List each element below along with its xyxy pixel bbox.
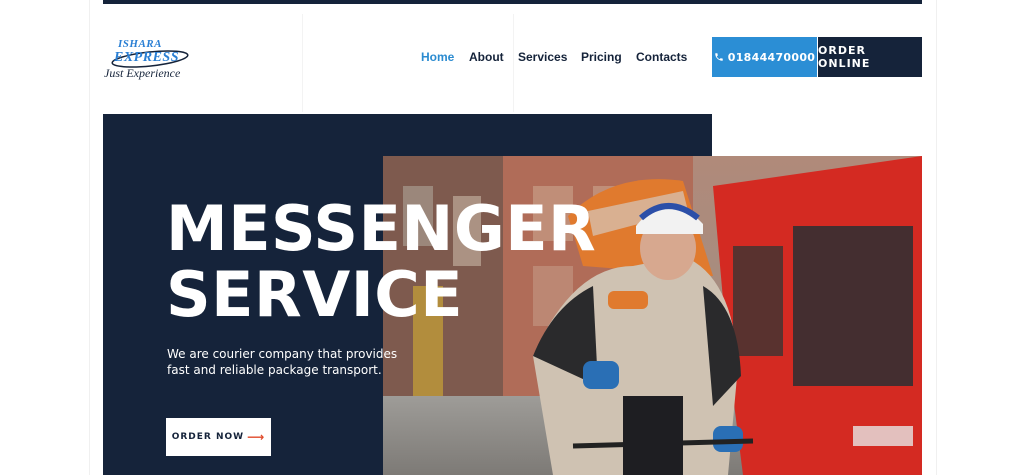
hero-title: MESSENGER SERVICE [166, 196, 596, 328]
arrow-right-icon: ⟶ [247, 430, 266, 444]
nav-item-home[interactable]: Home [421, 50, 454, 64]
guide-line [302, 14, 303, 112]
logo-tagline: Just Experience [104, 66, 181, 80]
hero-title-line1: MESSENGER [166, 192, 597, 265]
nav-item-services[interactable]: Services [518, 50, 567, 64]
phone-button[interactable]: 01844470000 [712, 37, 817, 77]
guide-line [513, 14, 514, 112]
site-logo[interactable]: ISHARA EXPRESS Just Experience [104, 36, 194, 88]
order-online-button[interactable]: ORDER ONLINE [818, 37, 922, 77]
logo-line2: EXPRESS [114, 50, 179, 65]
phone-number: 01844470000 [727, 50, 816, 64]
top-strip [103, 0, 922, 4]
hero-title-line2: SERVICE [166, 258, 464, 331]
nav-item-pricing[interactable]: Pricing [581, 50, 622, 64]
order-now-button[interactable]: ORDER NOW ⟶ [166, 418, 271, 456]
nav-item-about[interactable]: About [469, 50, 504, 64]
order-now-label: ORDER NOW [171, 432, 245, 442]
logo-line1: ISHARA [118, 38, 162, 50]
nav-item-contacts[interactable]: Contacts [636, 50, 687, 64]
hero-subtitle: We are courier company that provides fas… [167, 347, 398, 377]
phone-icon [715, 53, 723, 61]
